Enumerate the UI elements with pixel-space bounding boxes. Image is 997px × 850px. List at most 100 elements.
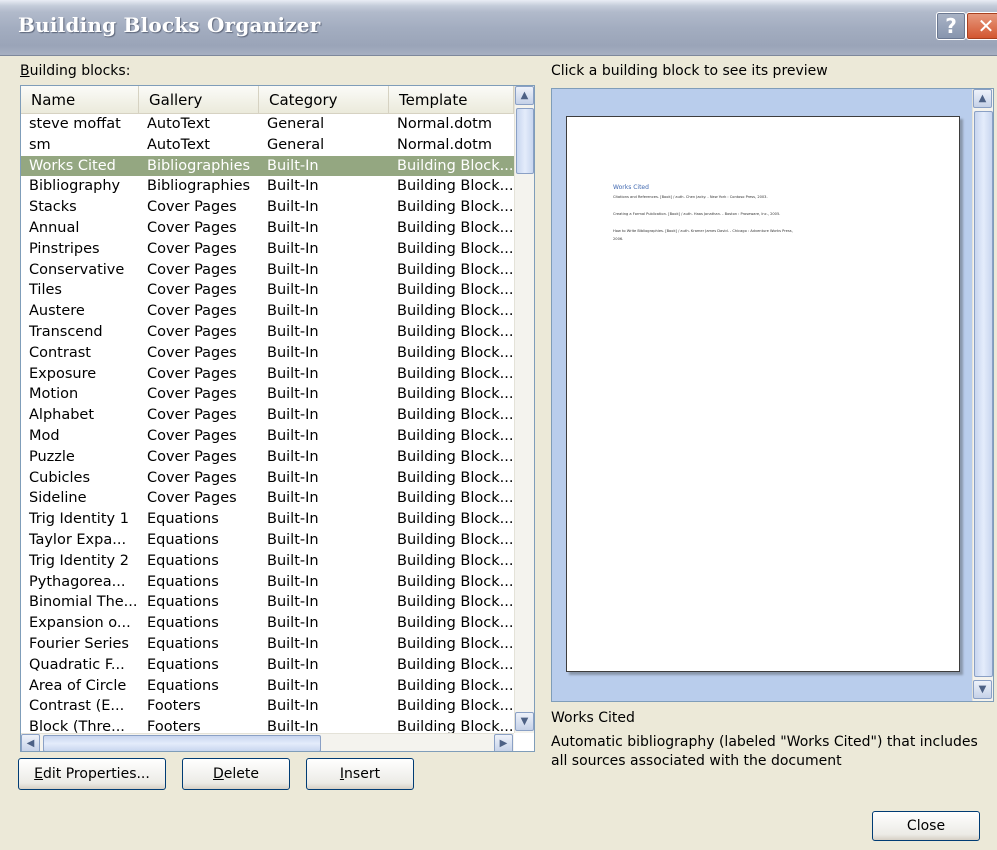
arrow-left-icon: ◀ [26,738,35,749]
row-gallery: Bibliographies [147,178,251,195]
row-template: Building Block... [397,365,514,382]
list-row[interactable]: Tiles Cover Pages Built-In Building Block..… [21,280,514,301]
scroll-up-button[interactable]: ▲ [515,86,534,105]
row-gallery: Equations [147,615,219,632]
list-row[interactable]: Contrast (E... Footers Built-In Building Bl… [21,696,514,717]
help-button[interactable]: ? [936,12,966,40]
window-close-button[interactable]: ✕ [966,12,997,40]
list-row[interactable]: steve moffat AutoText General Normal.dotm [21,114,514,135]
list-row[interactable]: Conservative Cover Pages Built-In Building … [21,260,514,281]
row-template: Building Block... [397,199,514,216]
column-header-gallery[interactable]: Gallery [139,86,259,114]
row-gallery: AutoText [147,136,210,153]
list-row[interactable]: Annual Cover Pages Built-In Building Block.… [21,218,514,239]
list-row[interactable]: Exposure Cover Pages Built-In Building Bloc… [21,364,514,385]
row-gallery: Cover Pages [147,490,237,507]
building-blocks-list[interactable]: Name Gallery Category Template steve mof… [20,85,535,752]
list-row[interactable]: Austere Cover Pages Built-In Building Block… [21,301,514,322]
scroll-left-button[interactable]: ◀ [21,734,40,751]
row-category: Built-In [267,365,319,382]
row-gallery: Cover Pages [147,469,237,486]
preview-scroll-down-button[interactable]: ▼ [973,680,992,699]
insert-button[interactable]: Insert [306,758,414,790]
row-template: Building Block... [397,615,514,632]
arrow-down-icon: ▼ [520,716,529,727]
list-row[interactable]: sm AutoText General Normal.dotm [21,135,514,156]
list-row[interactable]: Taylor Expa... Equations Built-In Building … [21,530,514,551]
row-name: Alphabet [29,407,95,424]
row-gallery: Equations [147,594,219,611]
row-name: Sideline [29,490,87,507]
horizontal-scrollbar[interactable]: ◀ ▶ [21,733,514,751]
row-name: sm [29,136,51,153]
row-category: Built-In [267,199,319,216]
arrow-right-icon: ▶ [499,738,508,749]
list-row[interactable]: Quadratic F... Equations Built-In Building … [21,655,514,676]
row-name: Binomial The... [29,594,138,611]
list-row[interactable]: Transcend Cover Pages Built-In Building Blo… [21,322,514,343]
row-gallery: Equations [147,573,219,590]
list-row[interactable]: Stacks Cover Pages Built-In Building Block.… [21,197,514,218]
list-row[interactable]: Motion Cover Pages Built-In Building Block.… [21,384,514,405]
row-category: Built-In [267,490,319,507]
row-category: Built-In [267,511,319,528]
close-button[interactable]: Close [872,811,980,841]
vertical-scrollbar[interactable]: ▲ ▼ [514,86,534,733]
row-name: steve moffat [29,116,121,132]
preview-scroll-thumb[interactable] [974,111,993,677]
preview-scroll-up-button[interactable]: ▲ [973,89,992,108]
list-row[interactable]: Bibliography Bibliographies Built-In Buildi… [21,176,514,197]
row-template: Building Block... [397,656,514,673]
row-template: Building Block... [397,407,514,424]
row-category: Built-In [267,303,319,320]
column-header-name[interactable]: Name [21,86,139,114]
row-gallery: Cover Pages [147,303,237,320]
row-template: Building Block... [397,531,514,548]
delete-button[interactable]: Delete [182,758,290,790]
row-name: Stacks [29,199,77,216]
arrow-up-icon: ▲ [978,93,987,104]
list-row[interactable]: Pinstripes Cover Pages Built-In Building Bl… [21,239,514,260]
row-category: Built-In [267,407,319,424]
list-row[interactable]: Contrast Cover Pages Built-In Building Bloc… [21,343,514,364]
list-row[interactable]: Fourier Series Equations Built-In Building … [21,634,514,655]
help-icon: ? [945,14,957,38]
list-row[interactable]: Trig Identity 2 Equations Built-In Building… [21,551,514,572]
list-row[interactable]: Puzzle Cover Pages Built-In Building Block.… [21,447,514,468]
list-row[interactable]: Binomial The... Equations Built-In Building… [21,592,514,613]
list-row[interactable]: Cubicles Cover Pages Built-In Building Bloc… [21,468,514,489]
edit-properties-button[interactable]: Edit Properties... [18,758,166,790]
row-template: Building Block... [397,344,514,361]
row-category: Built-In [267,635,319,652]
preview-doc-line: How to Write Bibliographies. [Book] / au… [613,229,793,233]
row-gallery: Cover Pages [147,344,237,361]
preview-doc-line: Creating a Formal Publication. [Book] / … [613,212,781,216]
arrow-down-icon: ▼ [978,684,987,695]
list-row[interactable]: Area of Circle Equations Built-In Building … [21,676,514,697]
row-template: Building Block... [397,490,514,507]
row-gallery: Cover Pages [147,427,237,444]
row-name: Fourier Series [29,635,129,652]
list-row[interactable]: Trig Identity 1 Equations Built-In Building… [21,509,514,530]
vertical-scroll-thumb[interactable] [516,108,534,174]
row-category: Built-In [267,386,319,403]
list-row[interactable]: Pythagorea... Equations Built-In Building B… [21,572,514,593]
preview-doc-title: Works Cited [613,184,649,191]
column-header-template[interactable]: Template [389,86,514,114]
row-template: Building Block... [397,594,514,611]
column-header-category[interactable]: Category [259,86,389,114]
list-row[interactable]: Expansion o... Equations Built-In Building … [21,613,514,634]
horizontal-scroll-thumb[interactable] [43,735,321,751]
preview-scrollbar[interactable]: ▲ ▼ [972,89,993,701]
row-category: Built-In [267,323,319,340]
list-row[interactable]: Mod Cover Pages Built-In Building Block... [21,426,514,447]
row-name: Pinstripes [29,240,100,257]
scroll-right-button[interactable]: ▶ [494,734,513,751]
preview-label: Click a building block to see its previe… [551,63,828,79]
scroll-down-button[interactable]: ▼ [515,712,534,731]
list-row[interactable]: Works Cited Bibliographies Built-In Buildin… [21,155,514,177]
list-row[interactable]: Sideline Cover Pages Built-In Building Bloc… [21,488,514,509]
list-row[interactable]: Alphabet Cover Pages Built-In Building Bloc… [21,405,514,426]
row-gallery: Cover Pages [147,448,237,465]
row-gallery: Cover Pages [147,386,237,403]
